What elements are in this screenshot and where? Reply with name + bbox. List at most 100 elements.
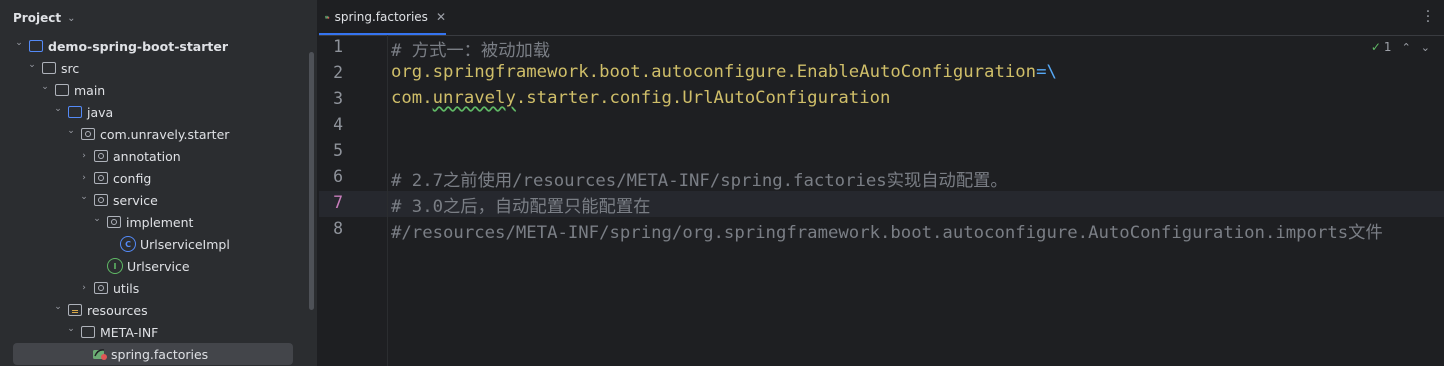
- code-line[interactable]: # 2.7之前使用/resources/META-INF/spring.fact…: [391, 166, 1008, 191]
- code-token: unravely: [432, 88, 516, 108]
- check-icon: ✓: [1370, 40, 1381, 54]
- tree-item[interactable]: ⌄ com.unravely.starter: [0, 123, 305, 145]
- chevron-down-icon[interactable]: ⌄: [67, 13, 75, 24]
- chevron-right-icon[interactable]: ›: [78, 283, 90, 293]
- folder-icon: [81, 326, 95, 338]
- close-icon[interactable]: ✕: [436, 10, 446, 24]
- code-token: .starter.config.UrlAutoConfiguration: [515, 88, 891, 108]
- tree-item[interactable]: I Urlservice: [0, 255, 305, 277]
- line-number: 2: [333, 63, 343, 82]
- tree-item-label: UrlserviceImpl: [140, 236, 230, 252]
- chevron-down-icon[interactable]: ⌄: [65, 126, 77, 136]
- code-token: org.springframework.boot.autoconfigure.E…: [391, 62, 1037, 82]
- line-number: 6: [333, 167, 343, 186]
- folder-icon: [55, 84, 69, 96]
- tree-item-label: demo-spring-boot-starter: [48, 38, 229, 54]
- tree-item[interactable]: › annotation: [0, 145, 305, 167]
- code-area[interactable]: 1 # 方式一：被动加载 2 org.springframework.boot.aut…: [319, 35, 1444, 366]
- source-folder-icon: [68, 106, 82, 118]
- tree-item-label: Urlservice: [127, 258, 190, 274]
- tree-item-label: spring.factories: [111, 346, 209, 362]
- code-line[interactable]: # 3.0之后，自动配置只能配置在: [391, 192, 650, 217]
- line-number: 3: [333, 89, 343, 108]
- chevron-down-icon[interactable]: ⌄: [91, 214, 103, 224]
- tree-item-label: src: [61, 60, 80, 76]
- code-token: # 方式一：被动加载: [391, 41, 551, 61]
- chevron-down-icon[interactable]: ⌄: [78, 192, 90, 202]
- chevron-down-icon[interactable]: ⌄: [26, 60, 38, 70]
- code-line[interactable]: com.unravely.starter.config.UrlAutoConfi…: [391, 88, 890, 108]
- line-number: 1: [333, 37, 343, 56]
- tree-item[interactable]: ⌄ src: [0, 57, 305, 79]
- tree-item-label: com.unravely.starter: [100, 126, 230, 142]
- tree-item-label: implement: [126, 214, 194, 230]
- chevron-up-icon[interactable]: ⌃: [1402, 41, 1411, 54]
- package-icon: [94, 282, 108, 294]
- tree-item[interactable]: ⌄ META-INF: [0, 321, 305, 343]
- project-header[interactable]: Project ⌄: [0, 0, 317, 36]
- line-number: 8: [333, 219, 343, 238]
- tree-item[interactable]: ⌄ implement: [0, 211, 305, 233]
- more-options-icon[interactable]: · · ·: [1424, 5, 1432, 29]
- tree-item[interactable]: › config: [0, 167, 305, 189]
- tree-item[interactable]: ⌄ java: [0, 101, 305, 123]
- module-folder-icon: [29, 40, 43, 52]
- tree-item[interactable]: ⌄ demo-spring-boot-starter: [0, 35, 305, 57]
- chevron-right-icon[interactable]: ›: [78, 151, 90, 161]
- tree-item-label: main: [74, 82, 106, 98]
- chevron-down-icon[interactable]: ⌄: [39, 82, 51, 92]
- chevron-down-icon[interactable]: ⌄: [1421, 41, 1430, 54]
- package-icon: [94, 150, 108, 162]
- code-line[interactable]: #/resources/META-INF/spring/org.springfr…: [391, 218, 1383, 243]
- class-icon: C: [120, 236, 136, 252]
- line-number: 5: [333, 141, 343, 160]
- project-tree: ⌄ demo-spring-boot-starter ⌄ src ⌄ main ⌄ java ⌄…: [0, 35, 305, 365]
- code-token: =\: [1036, 62, 1057, 82]
- project-panel: Project ⌄ ⌄ demo-spring-boot-starter ⌄ src ⌄…: [0, 0, 318, 366]
- package-icon: [94, 172, 108, 184]
- tree-item[interactable]: ⌄ main: [0, 79, 305, 101]
- tab-label: spring.factories: [334, 9, 428, 24]
- tree-item-label: config: [113, 170, 152, 186]
- tree-item-label: service: [113, 192, 158, 208]
- tree-item[interactable]: C UrlserviceImpl: [0, 233, 305, 255]
- code-token: com.: [391, 88, 433, 108]
- code-token: # 3.0之后，自动配置只能配置在: [391, 197, 651, 217]
- package-icon: [81, 128, 95, 140]
- tree-item[interactable]: › utils: [0, 277, 305, 299]
- ide-window: Project ⌄ ⌄ demo-spring-boot-starter ⌄ src ⌄…: [0, 0, 1444, 366]
- inspection-widget[interactable]: ✓ 1 ⌃ ⌄: [1371, 40, 1430, 54]
- package-icon: [107, 216, 121, 228]
- tree-item[interactable]: ⌄ resources: [0, 299, 305, 321]
- interface-icon: I: [107, 258, 123, 274]
- chevron-down-icon[interactable]: ⌄: [52, 104, 64, 114]
- editor-tab-bar: spring.factories ✕ · · ·: [319, 0, 1444, 36]
- line-number: 7: [333, 193, 343, 212]
- code-line[interactable]: org.springframework.boot.autoconfigure.E…: [391, 62, 1057, 82]
- package-icon: [94, 194, 108, 206]
- line-number: 4: [333, 115, 343, 134]
- folder-icon: [42, 62, 56, 74]
- code-line[interactable]: # 方式一：被动加载: [391, 36, 550, 61]
- tree-item-label: java: [87, 104, 114, 120]
- tab-spring-factories[interactable]: spring.factories ✕: [319, 0, 446, 35]
- tree-item-label: META-INF: [100, 324, 159, 340]
- resources-folder-icon: [68, 304, 82, 316]
- spring-file-icon: [325, 15, 330, 19]
- project-title: Project: [13, 11, 62, 25]
- tree-item-label: resources: [87, 302, 148, 318]
- chevron-right-icon[interactable]: ›: [78, 173, 90, 183]
- code-token: # 2.7之前使用/resources/META-INF/spring.fact…: [391, 171, 1008, 191]
- inspection-count: 1: [1383, 40, 1392, 54]
- tree-item[interactable]: ⌄ service: [0, 189, 305, 211]
- tree-item-label: annotation: [113, 148, 181, 164]
- chevron-down-icon[interactable]: ⌄: [65, 324, 77, 334]
- spring-file-icon: [93, 349, 107, 360]
- project-scrollbar[interactable]: [309, 52, 314, 310]
- chevron-down-icon[interactable]: ⌄: [13, 38, 25, 48]
- tree-item[interactable]: spring.factories: [13, 343, 293, 365]
- code-token: #/resources/META-INF/spring/org.springfr…: [391, 223, 1383, 243]
- editor-panel: spring.factories ✕ · · · 1 # 方式一：被动加载 2 org.s…: [319, 0, 1444, 366]
- chevron-down-icon[interactable]: ⌄: [52, 302, 64, 312]
- tree-item-label: utils: [113, 280, 140, 296]
